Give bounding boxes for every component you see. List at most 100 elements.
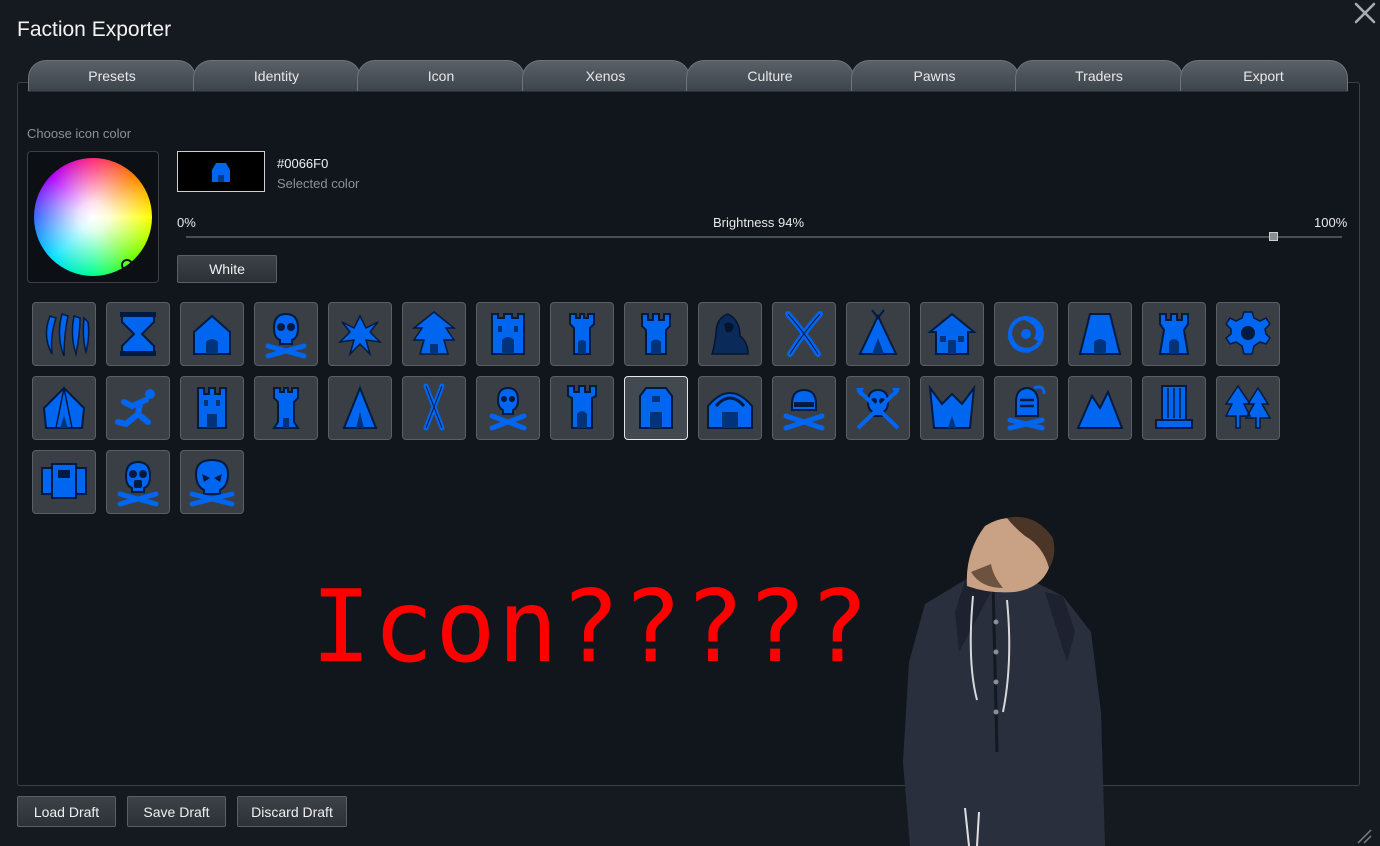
selected-color-hex: #0066F0 [277,156,329,171]
castle-icon [491,313,525,355]
icon-option[interactable] [180,302,244,366]
icon-option[interactable] [106,450,170,514]
icon-option[interactable] [994,302,1058,366]
hut-icon [193,314,231,355]
choose-color-label: Choose icon color [27,126,132,141]
keep-icon [1158,313,1190,355]
pine-trees-icon [1224,384,1272,429]
icon-option[interactable] [846,302,910,366]
crossed-spears-icon [423,383,445,431]
fortress-icon [197,387,227,429]
discard-draft-button[interactable]: Discard Draft [237,796,347,827]
pagoda-icon [411,311,457,355]
icon-option[interactable] [846,376,910,440]
tab-identity[interactable]: Identity [192,60,361,92]
save-draft-button[interactable]: Save Draft [127,796,226,827]
icon-option[interactable] [328,302,392,366]
twin-peaks-icon [1076,389,1124,429]
icon-option[interactable] [624,376,688,440]
crossed-tusks-icon [785,311,823,357]
tab-xenos[interactable]: Xenos [521,60,690,92]
temple-icon [639,387,673,429]
mountain-gate-icon [1078,313,1122,355]
gear-icon [1224,311,1271,355]
white-button[interactable]: White [177,255,277,283]
helmet-wrenches-icon [783,388,825,431]
pillar-icon [1155,385,1193,429]
spiral-icon [1007,315,1045,353]
hooded-figure-icon [710,313,749,355]
icon-option[interactable] [1068,302,1132,366]
tent-icon [42,386,86,429]
brightness-min-label: 0% [177,215,196,230]
horned-camp-icon [928,384,976,429]
icon-option[interactable] [994,376,1058,440]
tab-culture[interactable]: Culture [686,60,854,92]
claws-icon [45,313,90,357]
load-draft-button[interactable]: Load Draft [17,796,116,827]
running-man-icon [115,389,155,428]
a-frame-tent-icon [342,385,378,429]
color-wheel[interactable] [34,158,152,276]
skull-bones-icon [265,312,307,359]
selected-color-swatch [177,151,265,192]
watchtower-icon [272,387,300,429]
brightness-slider-handle[interactable] [1268,232,1278,241]
icon-option[interactable] [32,302,96,366]
icon-option[interactable] [402,376,466,440]
brightness-slider[interactable] [186,232,1342,241]
meme-caption: Icon????? [311,568,871,685]
icon-option[interactable] [476,302,540,366]
skull-axes-icon [856,388,900,430]
gasmask-skull-icon [117,460,159,507]
icon-option[interactable] [254,376,318,440]
tab-traders[interactable]: Traders [1015,60,1183,92]
icon-option[interactable] [550,302,614,366]
tab-icon[interactable]: Icon [357,60,525,92]
icon-option[interactable] [180,450,244,514]
mech-icon [41,463,87,499]
tab-presets[interactable]: Presets [28,60,196,92]
alien-skull-icon [189,458,235,507]
icon-option[interactable] [772,376,836,440]
icon-option[interactable] [1068,376,1132,440]
icon-option[interactable] [698,376,762,440]
color-wheel-frame [27,151,159,283]
icon-option[interactable] [32,450,96,514]
rook-icon [641,313,671,355]
icon-option[interactable] [698,302,762,366]
tab-pawns[interactable]: Pawns [850,60,1019,92]
icon-option[interactable] [328,376,392,440]
color-wheel-marker[interactable] [121,259,133,271]
icon-option[interactable] [1216,302,1280,366]
person-looking-up-image [903,516,1105,846]
brightness-max-label: 100% [1314,215,1348,230]
resize-grip-icon[interactable] [1356,828,1372,844]
icon-option[interactable] [550,376,614,440]
close-icon[interactable] [1352,0,1378,26]
icon-option[interactable] [476,376,540,440]
tower-icon [569,313,595,355]
selected-color-label: Selected color [277,176,360,191]
icon-option[interactable] [920,302,984,366]
icon-option[interactable] [1216,376,1280,440]
hourglass-icon [120,312,156,356]
icon-option[interactable] [1142,376,1206,440]
teepee-icon [858,309,898,355]
icon-option[interactable] [180,376,244,440]
tab-export[interactable]: Export [1179,60,1348,92]
icon-option[interactable] [772,302,836,366]
icon-option[interactable] [624,302,688,366]
icon-option[interactable] [920,376,984,440]
hut-preview-icon [212,163,230,182]
icon-option[interactable] [32,376,96,440]
icon-option[interactable] [106,302,170,366]
knight-helm-icon [1007,385,1046,431]
tab-divider [28,91,1348,92]
icon-option[interactable] [106,376,170,440]
skull-crossbones-icon [489,386,527,431]
icon-option[interactable] [254,302,318,366]
icon-option[interactable] [402,302,466,366]
icon-option[interactable] [1142,302,1206,366]
window-title: Faction Exporter [17,18,172,41]
